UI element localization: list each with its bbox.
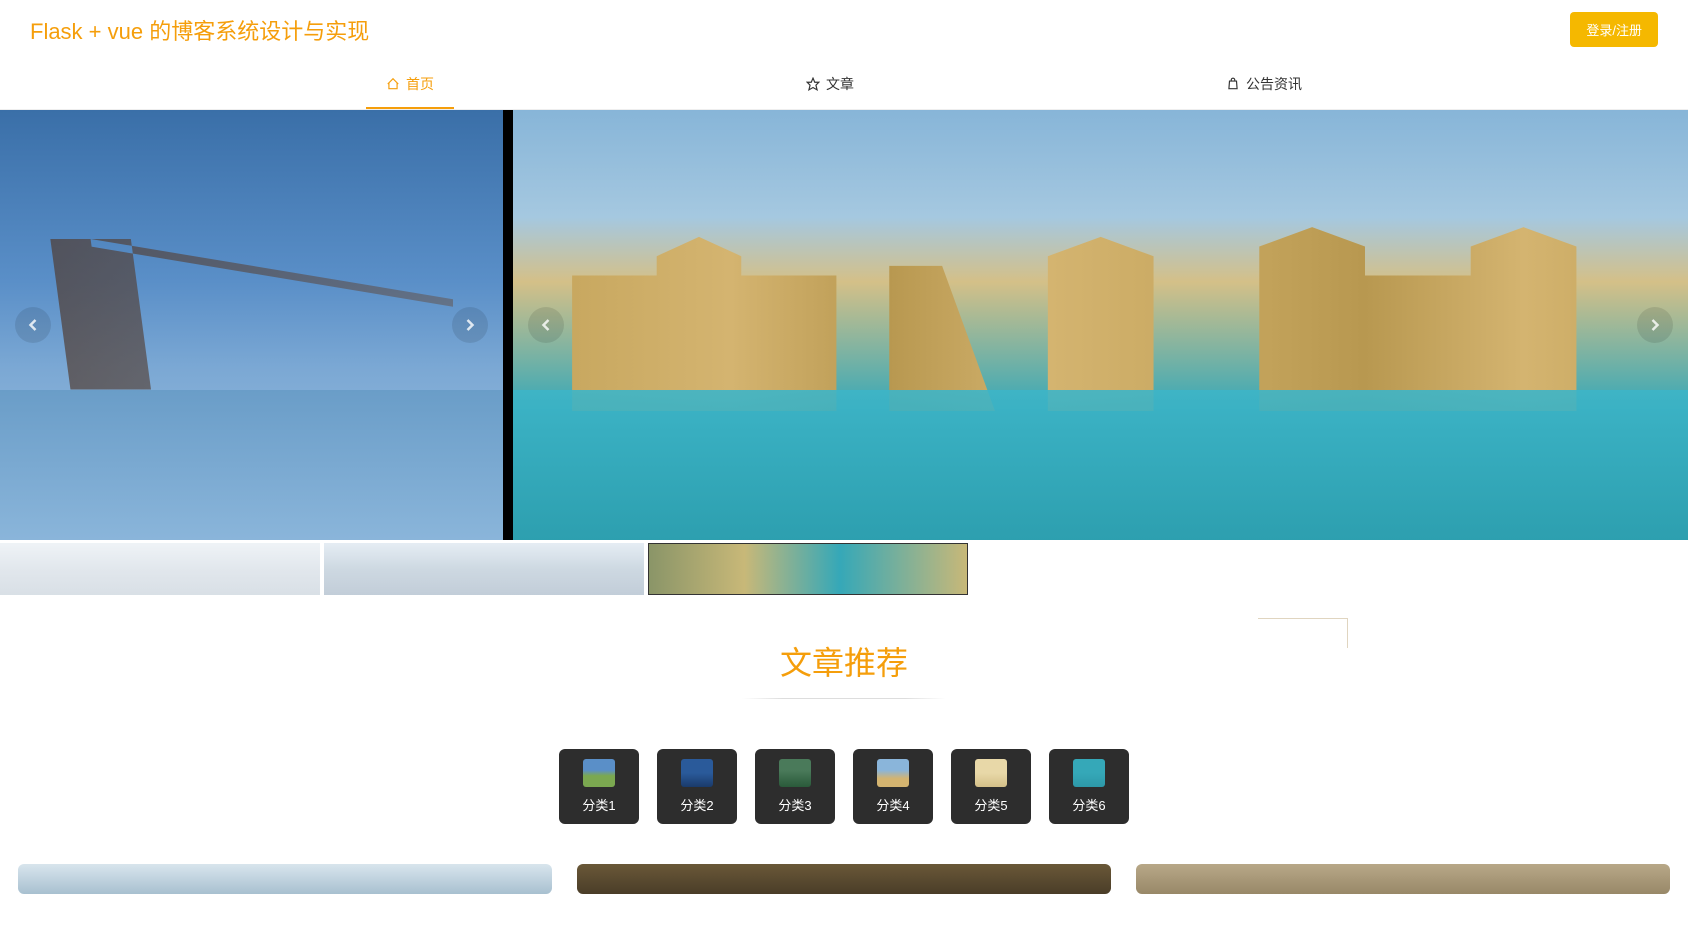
category-card-4[interactable]: 分类4	[853, 749, 933, 824]
category-image	[877, 759, 909, 787]
category-label: 分类2	[680, 795, 713, 814]
category-image	[975, 759, 1007, 787]
section-header-wrapper: 文章推荐	[0, 598, 1688, 729]
category-image	[1073, 759, 1105, 787]
category-card-1[interactable]: 分类1	[559, 749, 639, 824]
category-card-2[interactable]: 分类2	[657, 749, 737, 824]
bag-icon	[1226, 77, 1240, 91]
category-label: 分类6	[1072, 795, 1105, 814]
thumbnail-3[interactable]	[648, 543, 968, 595]
tab-label: 首页	[406, 74, 434, 94]
category-image	[583, 759, 615, 787]
article-card-3[interactable]	[1136, 864, 1670, 894]
home-icon	[386, 77, 400, 91]
tab-home[interactable]: 首页	[366, 59, 454, 109]
login-register-button[interactable]: 登录/注册	[1570, 12, 1658, 47]
category-label: 分类1	[582, 795, 615, 814]
carousel-next-left-panel[interactable]	[452, 307, 488, 343]
tab-articles[interactable]: 文章	[786, 59, 874, 109]
category-label: 分类3	[778, 795, 811, 814]
tab-label: 公告资讯	[1246, 74, 1302, 94]
category-label: 分类4	[876, 795, 909, 814]
tab-label: 文章	[826, 74, 854, 94]
carousel-prev-left-panel[interactable]	[15, 307, 51, 343]
carousel-panel-left	[0, 110, 503, 540]
category-image	[779, 759, 811, 787]
section-title: 文章推荐	[780, 638, 908, 699]
carousel-panel-main	[513, 110, 1688, 540]
page-header: Flask + vue 的博客系统设计与实现 登录/注册	[0, 0, 1688, 59]
carousel-next-main-panel[interactable]	[1637, 307, 1673, 343]
carousel-image-palace	[513, 110, 1688, 540]
star-icon	[806, 77, 820, 91]
category-card-6[interactable]: 分类6	[1049, 749, 1129, 824]
decoration-corner	[1258, 618, 1348, 648]
carousel-image-bridge	[0, 110, 503, 540]
thumbnail-2[interactable]	[324, 543, 644, 595]
image-carousel	[0, 110, 1688, 540]
article-card-2[interactable]	[577, 864, 1111, 894]
category-label: 分类5	[974, 795, 1007, 814]
carousel-prev-main-panel[interactable]	[528, 307, 564, 343]
category-grid: 分类1 分类2 分类3 分类4 分类5 分类6	[0, 729, 1688, 854]
category-card-3[interactable]: 分类3	[755, 749, 835, 824]
category-card-5[interactable]: 分类5	[951, 749, 1031, 824]
carousel-thumbnails	[0, 540, 1688, 598]
articles-grid	[0, 854, 1688, 894]
category-image	[681, 759, 713, 787]
site-title: Flask + vue 的博客系统设计与实现	[30, 14, 369, 46]
main-navigation: 首页 文章 公告资讯	[0, 59, 1688, 110]
article-card-1[interactable]	[18, 864, 552, 894]
thumbnail-1[interactable]	[0, 543, 320, 595]
tab-announcements[interactable]: 公告资讯	[1206, 59, 1322, 109]
